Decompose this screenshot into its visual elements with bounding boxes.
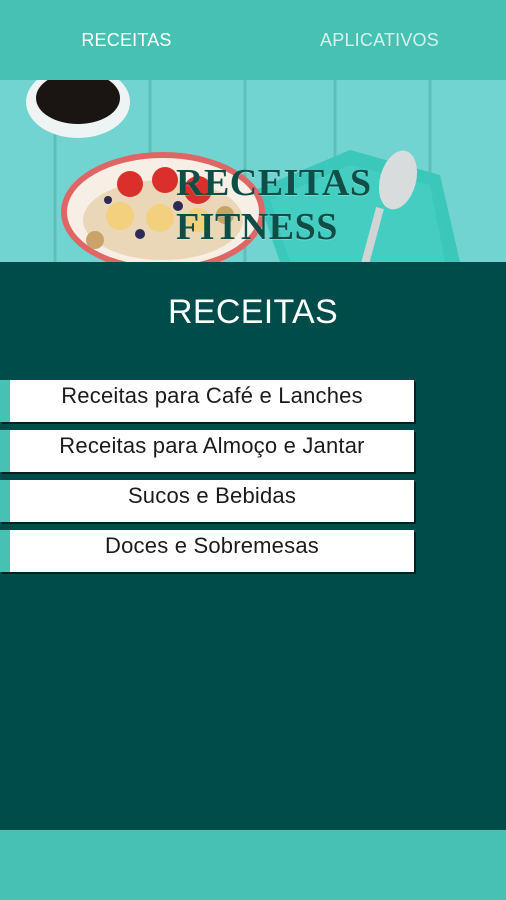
header-banner: RECEITAS FITNESS <box>0 80 506 262</box>
menu-item-label: Doces e Sobremesas <box>105 533 319 558</box>
menu-item-sucos-bebidas[interactable]: Sucos e Bebidas <box>0 480 414 522</box>
banner-title: RECEITAS FITNESS <box>176 162 372 248</box>
tab-aplicativos[interactable]: APLICATIVOS <box>253 0 506 80</box>
bottom-bar <box>0 830 506 900</box>
section-title: RECEITAS <box>168 292 338 331</box>
tab-aplicativos-label: APLICATIVOS <box>320 29 439 50</box>
menu-item-label: Receitas para Almoço e Jantar <box>59 433 365 458</box>
recipe-menu: Receitas para Café e Lanches Receitas pa… <box>0 380 506 580</box>
menu-item-label: Receitas para Café e Lanches <box>61 383 363 408</box>
tab-receitas-label: RECEITAS <box>81 29 172 50</box>
menu-item-cafe-lanches[interactable]: Receitas para Café e Lanches <box>0 380 414 422</box>
tab-receitas[interactable]: RECEITAS <box>0 0 253 80</box>
menu-item-doces-sobremesas[interactable]: Doces e Sobremesas <box>0 530 414 572</box>
top-tab-bar: RECEITAS APLICATIVOS <box>0 0 506 80</box>
menu-item-almoco-jantar[interactable]: Receitas para Almoço e Jantar <box>0 430 414 472</box>
menu-item-label: Sucos e Bebidas <box>127 483 297 508</box>
